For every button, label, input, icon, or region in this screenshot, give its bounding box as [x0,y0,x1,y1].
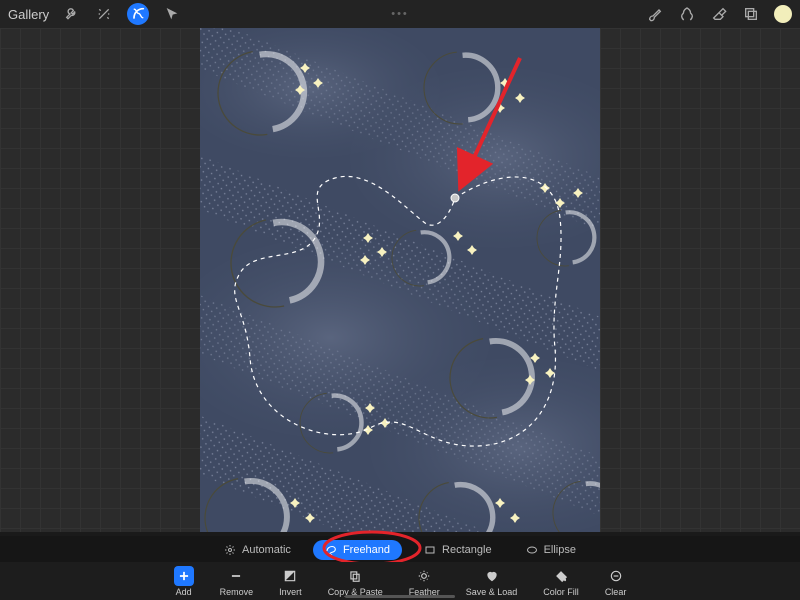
layers-icon[interactable] [742,5,760,23]
action-copy-paste[interactable]: Copy & Paste [328,566,383,597]
action-invert[interactable]: Invert [279,566,302,597]
top-toolbar-right [646,5,792,23]
minus-icon [226,566,246,586]
mode-label: Automatic [242,544,291,556]
plus-icon [174,566,194,586]
mode-label: Rectangle [442,544,492,556]
eraser-icon[interactable] [710,5,728,23]
mode-automatic[interactable]: Automatic [212,540,303,560]
clear-icon [606,566,626,586]
mode-ellipse[interactable]: Ellipse [514,540,588,560]
color-swatch[interactable] [774,5,792,23]
top-toolbar: Gallery ••• [0,0,800,28]
action-remove[interactable]: Remove [220,566,254,597]
selection-tool-button[interactable] [127,3,149,25]
gallery-button[interactable]: Gallery [8,7,49,22]
heart-icon [482,566,502,586]
copy-icon [345,566,365,586]
action-feather[interactable]: Feather [409,566,440,597]
brush-icon[interactable] [646,5,664,23]
action-clear[interactable]: Clear [605,566,627,597]
ellipse-icon [526,544,538,556]
selection-mode-row: Automatic Freehand Rectangle Ellipse [0,536,800,562]
invert-icon [280,566,300,586]
burst-icon [224,544,236,556]
action-save-load[interactable]: Save & Load [466,566,518,597]
action-label: Remove [220,587,254,597]
selection-node [451,194,459,202]
action-add[interactable]: Add [174,566,194,597]
artwork [200,28,600,532]
arrow-cursor-icon[interactable] [163,5,181,23]
action-color-fill[interactable]: Color Fill [543,566,579,597]
modify-menu-indicator[interactable]: ••• [391,8,409,20]
wand-icon[interactable] [95,5,113,23]
feather-icon [414,566,434,586]
rectangle-icon [424,544,436,556]
canvas[interactable] [200,28,600,532]
action-label: Invert [279,587,302,597]
home-indicator [345,595,455,598]
canvas-workspace [0,28,800,532]
action-label: Add [176,587,192,597]
action-label: Color Fill [543,587,579,597]
mode-label: Freehand [343,544,390,556]
mode-rectangle[interactable]: Rectangle [412,540,504,560]
wrench-icon[interactable] [63,5,81,23]
mode-freehand[interactable]: Freehand [313,540,402,560]
lasso-icon [325,544,337,556]
bucket-icon [551,566,571,586]
mode-label: Ellipse [544,544,576,556]
smudge-icon[interactable] [678,5,696,23]
action-label: Clear [605,587,627,597]
top-toolbar-left: Gallery [8,3,181,25]
action-label: Save & Load [466,587,518,597]
